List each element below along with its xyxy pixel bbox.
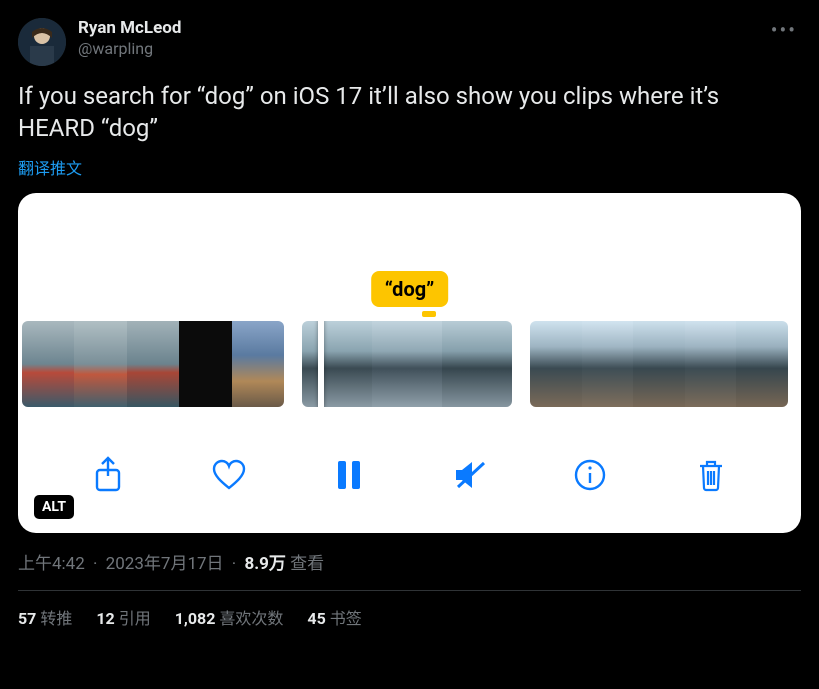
tweet-stats: 57转推 12引用 1,082喜欢次数 45书签 <box>18 605 801 629</box>
stat-retweets[interactable]: 57转推 <box>18 605 72 629</box>
clip-frame <box>530 321 582 407</box>
clip-frame <box>633 321 685 407</box>
bubble-tick <box>422 311 436 317</box>
clip-frame <box>22 321 74 407</box>
clip-frame <box>232 321 284 407</box>
translate-link[interactable]: 翻译推文 <box>18 155 801 179</box>
heart-icon[interactable] <box>209 455 249 495</box>
search-bubble: “dog” <box>371 271 449 307</box>
tweet-meta[interactable]: 上午4:42 · 2023年7月17日 · 8.9万 查看 <box>18 549 801 574</box>
clip-frame <box>582 321 634 407</box>
playhead[interactable] <box>318 321 324 407</box>
divider <box>18 590 801 591</box>
mute-icon[interactable] <box>450 455 490 495</box>
display-name: Ryan McLeod <box>78 18 767 39</box>
stat-bookmarks[interactable]: 45书签 <box>307 605 361 629</box>
meta-time: 上午4:42 <box>18 554 85 574</box>
views-label: 查看 <box>290 554 324 574</box>
clip-frame <box>74 321 126 407</box>
handle: @warpling <box>78 39 767 59</box>
more-icon[interactable]: ••• <box>767 18 801 42</box>
tweet-text: If you search for “dog” on iOS 17 it’ll … <box>18 80 801 145</box>
trash-icon[interactable] <box>691 455 731 495</box>
author-names[interactable]: Ryan McLeod @warpling <box>78 18 767 59</box>
media-toolbar <box>18 445 801 505</box>
info-icon[interactable] <box>570 455 610 495</box>
tweet: Ryan McLeod @warpling ••• If you search … <box>0 0 819 629</box>
clip-group[interactable] <box>530 321 788 407</box>
alt-badge[interactable]: ALT <box>34 495 74 519</box>
clip-group[interactable] <box>302 321 512 407</box>
clip-frame <box>736 321 788 407</box>
clip-frame <box>372 321 442 407</box>
tweet-header: Ryan McLeod @warpling ••• <box>18 18 801 66</box>
clip-strip <box>18 321 801 407</box>
share-icon[interactable] <box>88 455 128 495</box>
meta-date: 2023年7月17日 <box>106 554 224 574</box>
clip-group[interactable] <box>22 321 284 407</box>
views-count: 8.9万 <box>244 554 285 574</box>
clip-frame <box>127 321 179 407</box>
pause-icon[interactable] <box>329 455 369 495</box>
clip-frame <box>442 321 512 407</box>
stat-likes[interactable]: 1,082喜欢次数 <box>175 605 284 629</box>
clip-frame <box>302 321 372 407</box>
media-card[interactable]: “dog” <box>18 193 801 533</box>
stat-quotes[interactable]: 12引用 <box>96 605 150 629</box>
clip-frame <box>179 321 231 407</box>
clip-frame <box>685 321 737 407</box>
avatar[interactable] <box>18 18 66 66</box>
